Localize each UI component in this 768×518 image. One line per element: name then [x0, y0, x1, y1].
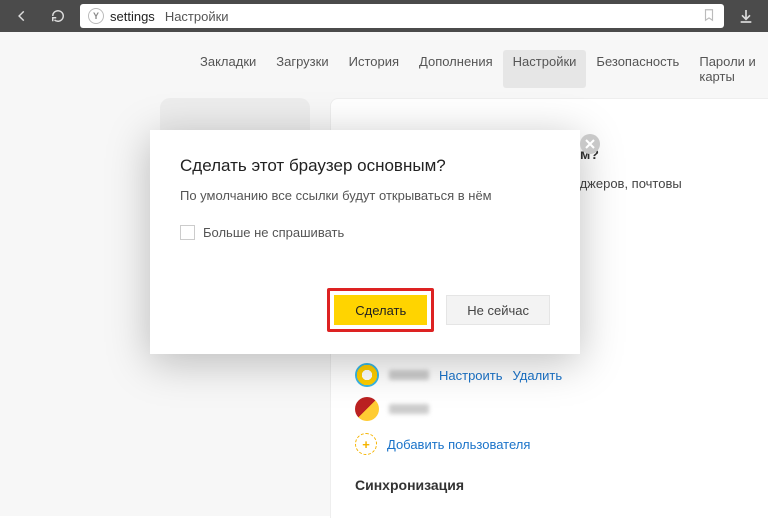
confirm-button[interactable]: Сделать — [334, 295, 427, 325]
page-content: Закладки Загрузки История Дополнения Нас… — [0, 32, 768, 516]
highlight-frame: Сделать — [327, 288, 434, 332]
cancel-button[interactable]: Не сейчас — [446, 295, 550, 325]
back-button[interactable] — [8, 4, 36, 28]
dialog-body: По умолчанию все ссылки будут открыватьс… — [180, 188, 550, 203]
dialog-title: Сделать этот браузер основным? — [180, 156, 550, 176]
modal-overlay: Сделать этот браузер основным? По умолча… — [0, 32, 768, 516]
reload-button[interactable] — [44, 4, 72, 28]
address-bar[interactable]: Y settings Настройки — [80, 4, 724, 28]
dont-ask-row[interactable]: Больше не спрашивать — [180, 225, 550, 240]
browser-titlebar: Y settings Настройки — [0, 0, 768, 32]
url-secondary: Настройки — [165, 9, 229, 24]
site-icon: Y — [88, 8, 104, 24]
checkbox[interactable] — [180, 225, 195, 240]
url-primary: settings — [110, 9, 155, 24]
default-browser-dialog: Сделать этот браузер основным? По умолча… — [150, 130, 580, 354]
checkbox-label: Больше не спрашивать — [203, 225, 344, 240]
close-button[interactable] — [580, 134, 600, 154]
dialog-buttons: Сделать Не сейчас — [180, 288, 550, 332]
bookmark-icon[interactable] — [702, 8, 716, 25]
downloads-button[interactable] — [732, 4, 760, 28]
